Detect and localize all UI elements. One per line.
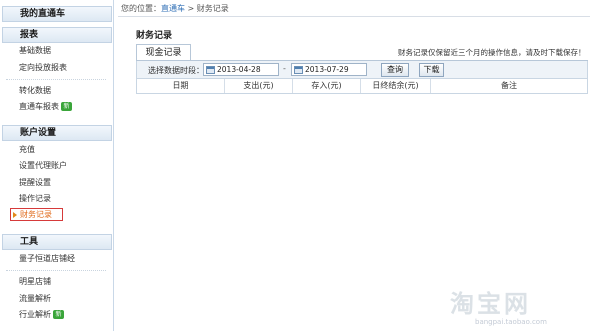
breadcrumb-prefix: 您的位置：	[121, 4, 161, 13]
sidebar-item-targeting-report[interactable]: 定向投放报表	[19, 62, 67, 74]
sidebar: 我的直通车 报表 基础数据 定向投放报表 转化数据 直通车报表新 账户设置 充值…	[0, 0, 114, 331]
tab-cash-record[interactable]: 现金记录	[136, 44, 191, 61]
sidebar-item-quantum-shop[interactable]: 量子恒道店铺经	[19, 253, 75, 265]
breadcrumb-current: 财务记录	[196, 4, 229, 13]
sidebar-item-label: 直通车报表	[19, 102, 59, 111]
end-date-value: 2013-07-29	[305, 65, 349, 74]
sidebar-item-ztc-report[interactable]: 直通车报表新	[19, 101, 72, 113]
taobao-watermark: 淘宝网	[450, 290, 531, 318]
calendar-icon[interactable]	[294, 66, 303, 74]
calendar-icon[interactable]	[206, 66, 215, 74]
sidebar-section-account-settings[interactable]: 账户设置	[2, 125, 112, 141]
finance-table-header: 日期 支出(元) 存入(元) 日终结余(元) 备注	[136, 79, 588, 94]
new-badge: 新	[61, 102, 72, 111]
date-range-dash: -	[283, 64, 286, 73]
sidebar-item-conversion-data[interactable]: 转化数据	[19, 85, 51, 97]
column-header-balance: 日终结余(元)	[361, 79, 431, 93]
query-button[interactable]: 查询	[381, 63, 409, 77]
end-date-input[interactable]: 2013-07-29	[291, 63, 367, 76]
sidebar-item-traffic-analysis[interactable]: 流量解析	[19, 293, 51, 305]
watermark-url: bangpai.taobao.com	[475, 318, 547, 326]
new-badge: 新	[53, 310, 64, 319]
download-button[interactable]: 下载	[419, 63, 444, 77]
sidebar-item-finance-record[interactable]: 财务记录	[10, 208, 63, 221]
sidebar-item-label: 财务记录	[20, 210, 52, 219]
breadcrumb: 您的位置：直通车 > 财务记录	[121, 3, 229, 14]
header-divider	[118, 16, 590, 17]
sidebar-section-tools[interactable]: 工具	[2, 234, 112, 250]
sidebar-item-operation-log[interactable]: 操作记录	[19, 193, 51, 205]
date-range-label: 选择数据时段：	[148, 66, 204, 75]
sidebar-item-recharge[interactable]: 充值	[19, 144, 35, 156]
retention-notice: 财务记录仅保留近三个月的操作信息，请及时下载保存！	[398, 48, 586, 57]
sidebar-divider	[6, 270, 106, 271]
column-header-remarks: 备注	[501, 81, 517, 90]
arrow-right-icon	[13, 211, 17, 218]
column-header-date: 日期	[137, 79, 225, 93]
sidebar-divider	[6, 79, 106, 80]
sidebar-item-basic-data[interactable]: 基础数据	[19, 45, 51, 57]
sidebar-item-industry-analysis[interactable]: 行业解析新	[19, 309, 64, 321]
page-title: 财务记录	[136, 31, 173, 41]
sidebar-item-star-shop[interactable]: 明星店铺	[19, 276, 51, 288]
column-header-expense: 支出(元)	[225, 79, 293, 93]
sidebar-section-reports[interactable]: 报表	[2, 27, 112, 43]
filter-bar: 选择数据时段： 2013-04-28 - 2013-07-29 查询 下载	[136, 61, 588, 79]
sidebar-item-label: 行业解析	[19, 310, 51, 319]
start-date-input[interactable]: 2013-04-28	[203, 63, 279, 76]
sidebar-item-reminder-settings[interactable]: 提醒设置	[19, 177, 51, 189]
breadcrumb-link-ztc[interactable]: 直通车	[161, 4, 185, 13]
sidebar-title: 我的直通车	[2, 6, 112, 22]
sidebar-item-agent-account[interactable]: 设置代理账户	[19, 160, 67, 172]
breadcrumb-separator: >	[185, 4, 197, 13]
start-date-value: 2013-04-28	[217, 65, 261, 74]
column-header-deposit: 存入(元)	[293, 79, 361, 93]
